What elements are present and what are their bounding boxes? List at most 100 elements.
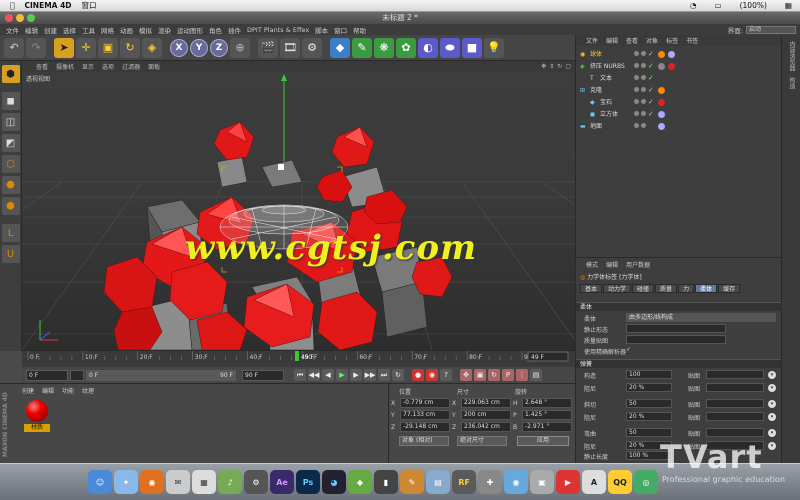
terminal-icon[interactable]: ▮ bbox=[374, 470, 398, 494]
axis-mode-icon[interactable]: L bbox=[1, 224, 20, 242]
tab-soft-body[interactable]: 柔体 bbox=[695, 284, 718, 293]
wifi-icon[interactable]: ◔ bbox=[690, 1, 697, 10]
dynamics-tag-icon[interactable] bbox=[658, 51, 665, 58]
preview-icon[interactable]: ✎ bbox=[400, 470, 424, 494]
texture-tag-icon[interactable] bbox=[668, 51, 675, 58]
calendar-icon[interactable]: ▦ bbox=[192, 470, 216, 494]
map-options-button[interactable]: ▾ bbox=[768, 400, 776, 408]
deformer-icon[interactable]: ◐ bbox=[418, 37, 438, 58]
edges-mode-icon[interactable]: ⬣ bbox=[1, 176, 20, 194]
viewport-menu-item[interactable]: 面板 bbox=[148, 62, 160, 71]
attr-menu-item[interactable]: 用户数据 bbox=[626, 260, 650, 269]
material-menu-item[interactable]: 创建 bbox=[22, 386, 34, 395]
frame-spinner[interactable] bbox=[70, 369, 84, 381]
material-tag-icon[interactable] bbox=[668, 63, 675, 70]
viewport-menu-item[interactable]: 查看 bbox=[36, 62, 48, 71]
menu-item[interactable]: 编辑 bbox=[25, 25, 38, 35]
app-icon[interactable]: ◎ bbox=[634, 470, 658, 494]
magnet-icon[interactable]: U bbox=[1, 245, 20, 263]
menu-item[interactable]: 网格 bbox=[101, 25, 114, 35]
texture-mode-icon[interactable]: ◫ bbox=[1, 113, 20, 131]
flag-icon[interactable]: ▦ bbox=[785, 1, 792, 10]
size-x-field[interactable]: 229.063 cm bbox=[461, 398, 511, 408]
object-row-cloner[interactable]: ⊞ 克隆 ✓ bbox=[576, 85, 782, 96]
mail-icon[interactable]: ✉ bbox=[166, 470, 190, 494]
loop-icon[interactable]: ↻ bbox=[392, 369, 404, 381]
polygons-mode-icon[interactable]: ⬢ bbox=[1, 197, 20, 215]
workplane-icon[interactable]: ◩ bbox=[1, 134, 20, 152]
obj-menu-item[interactable]: 编辑 bbox=[606, 36, 618, 45]
cube-primitive-icon[interactable]: ◆ bbox=[330, 37, 350, 58]
material-label[interactable]: 材质 bbox=[24, 424, 50, 432]
tab-mass[interactable]: 质量 bbox=[655, 284, 678, 293]
key-position-icon[interactable]: ✥ bbox=[460, 369, 472, 381]
menu-item[interactable]: 模拟 bbox=[139, 25, 152, 35]
object-row-gem[interactable]: ◆ 宝石 ✓ bbox=[576, 97, 782, 108]
viewport-menu-item[interactable]: 摄像机 bbox=[56, 62, 74, 71]
object-row-extrude[interactable]: ◈ 挤压 NURBS ✓ bbox=[576, 61, 782, 72]
textedit-icon[interactable]: A bbox=[582, 470, 606, 494]
zoom-icon[interactable]: ⇕ bbox=[549, 63, 554, 70]
settings-icon[interactable]: ⚙ bbox=[244, 470, 268, 494]
y-axis-toggle[interactable]: Y bbox=[190, 38, 208, 57]
start-frame-field[interactable]: 0 F bbox=[26, 369, 68, 381]
key-point-level-icon[interactable]: ⋮ bbox=[516, 369, 528, 381]
menu-item[interactable]: 选择 bbox=[63, 25, 76, 35]
preview-range-slider[interactable]: 0 F 90 F bbox=[86, 369, 236, 381]
spring-map-field[interactable] bbox=[706, 399, 764, 408]
z-axis-toggle[interactable]: Z bbox=[210, 38, 228, 57]
end-frame-field[interactable]: 90 F bbox=[242, 369, 284, 381]
next-key-icon[interactable]: ▶▶ bbox=[364, 369, 376, 381]
spring-map-field[interactable] bbox=[706, 383, 764, 392]
menu-item[interactable]: 插件 bbox=[228, 25, 241, 35]
close-window-button[interactable] bbox=[5, 14, 13, 22]
scale-icon[interactable]: ▣ bbox=[98, 37, 118, 58]
play-icon[interactable]: ▶ bbox=[336, 369, 348, 381]
rotation-p-field[interactable]: 1.425 ° bbox=[522, 410, 572, 420]
realflow-icon[interactable]: RF bbox=[452, 470, 476, 494]
window-menu[interactable]: 窗口 bbox=[82, 0, 97, 11]
menu-item[interactable]: 创建 bbox=[44, 25, 57, 35]
size-z-field[interactable]: 236.042 cm bbox=[461, 422, 511, 432]
menu-item[interactable]: 运动图形 bbox=[177, 25, 203, 35]
position-y-field[interactable]: 77.133 cm bbox=[400, 410, 450, 420]
viewport-menu-item[interactable]: 过滤器 bbox=[122, 62, 140, 71]
coord-mode-select[interactable]: 对象 (相对) bbox=[399, 436, 449, 446]
viewport-menu-item[interactable]: 选项 bbox=[102, 62, 114, 71]
prev-key-icon[interactable]: ◀◀ bbox=[308, 369, 320, 381]
app-icon[interactable]: ◆ bbox=[348, 470, 372, 494]
key-rotation-icon[interactable]: ↻ bbox=[488, 369, 500, 381]
cinema4d-icon[interactable]: ◕ bbox=[322, 470, 346, 494]
obj-menu-item[interactable]: 查看 bbox=[626, 36, 638, 45]
section-springs[interactable]: 弹簧 bbox=[576, 359, 782, 368]
map-options-button[interactable]: ▾ bbox=[768, 371, 776, 379]
obj-menu-item[interactable]: 书签 bbox=[686, 36, 698, 45]
coordinate-system-icon[interactable]: ⊕ bbox=[230, 37, 250, 58]
material-menu-item[interactable]: 功能 bbox=[62, 386, 74, 395]
model-mode-icon[interactable]: ◼ bbox=[1, 92, 20, 110]
obj-menu-item[interactable]: 标签 bbox=[666, 36, 678, 45]
next-frame-icon[interactable]: ▶ bbox=[350, 369, 362, 381]
object-row-floor[interactable]: ▬ 地面 bbox=[576, 121, 782, 132]
app-icon[interactable]: ◉ bbox=[504, 470, 528, 494]
record-icon[interactable]: ● bbox=[412, 369, 424, 381]
layout-select[interactable]: 启动 bbox=[746, 25, 796, 34]
tab-collision[interactable]: 碰撞 bbox=[632, 284, 655, 293]
minimize-window-button[interactable] bbox=[16, 14, 24, 22]
map-options-button[interactable]: ▾ bbox=[768, 429, 776, 437]
rotation-h-field[interactable]: 2.648 ° bbox=[522, 398, 572, 408]
after-effects-icon[interactable]: Ae bbox=[270, 470, 294, 494]
structure-tab[interactable]: 构造 bbox=[787, 77, 796, 89]
move-icon[interactable]: ✛ bbox=[76, 37, 96, 58]
object-row-text[interactable]: T 文本 ✓ bbox=[576, 73, 782, 84]
menu-item[interactable]: 脚本 bbox=[315, 25, 328, 35]
map-options-button[interactable]: ▾ bbox=[768, 413, 776, 421]
rotation-b-field[interactable]: -2.971 ° bbox=[522, 422, 572, 432]
goto-end-icon[interactable]: ⏭ bbox=[378, 369, 390, 381]
itunes-icon[interactable]: ♪ bbox=[218, 470, 242, 494]
tab-cache[interactable]: 缓存 bbox=[718, 284, 741, 293]
menu-item[interactable]: 角色 bbox=[209, 25, 222, 35]
spline-pen-icon[interactable]: ✎ bbox=[352, 37, 372, 58]
finder-icon[interactable]: ☺ bbox=[88, 470, 112, 494]
content-browser-tab[interactable]: 内容浏览器 bbox=[787, 41, 796, 71]
